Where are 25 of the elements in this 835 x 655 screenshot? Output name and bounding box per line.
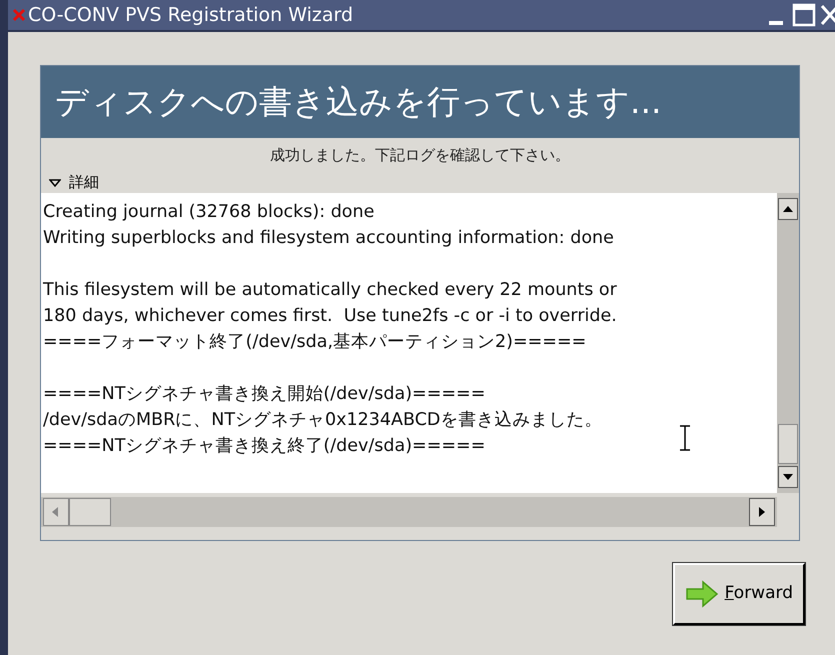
right-arrow-icon [684, 580, 719, 608]
page-heading: ディスクへの書き込みを行っています... [55, 81, 662, 124]
log-line: Writing superblocks and filesystem accounting information: done [42, 226, 614, 250]
vertical-scrollbar[interactable] [777, 192, 799, 492]
log-line: 180 days, whichever comes first. Use tune2fs -c or -i to override. [42, 304, 617, 328]
text-cursor-icon [679, 424, 691, 450]
horizontal-scrollbar[interactable] [41, 496, 777, 526]
scroll-left-icon[interactable] [43, 498, 69, 526]
log-line: ====フォーマット終了(/dev/sda,基本パーティション2)===== [42, 330, 586, 354]
scroll-thumb[interactable] [778, 424, 798, 464]
details-expander[interactable]: 詳細 [49, 171, 99, 194]
status-message: 成功しました。下記ログを確認して下さい。 [270, 145, 570, 166]
scroll-right-icon[interactable] [749, 498, 775, 526]
maximize-icon[interactable] [792, 3, 816, 27]
scroll-up-icon[interactable] [778, 198, 798, 220]
window-title: CO-CONV PVS Registration Wizard [28, 2, 354, 28]
log-line: This filesystem will be automatically checked every 22 mounts or [42, 278, 617, 302]
log-line: Creating journal (32768 blocks): done [42, 200, 374, 224]
log-line: /dev/sdaのMBRに、NTシグネチャ0x1234ABCDを書き込みました。 [42, 408, 602, 432]
scroll-down-icon[interactable] [778, 466, 798, 488]
log-line: ====NTシグネチャ書き換え開始(/dev/sda)===== [42, 382, 486, 406]
forward-button[interactable]: Forward [672, 563, 805, 625]
scroll-thumb[interactable] [69, 498, 111, 526]
expanded-triangle-icon [49, 176, 61, 188]
log-line: ====NTシグネチャ書き換え終了(/dev/sda)===== [42, 434, 486, 458]
